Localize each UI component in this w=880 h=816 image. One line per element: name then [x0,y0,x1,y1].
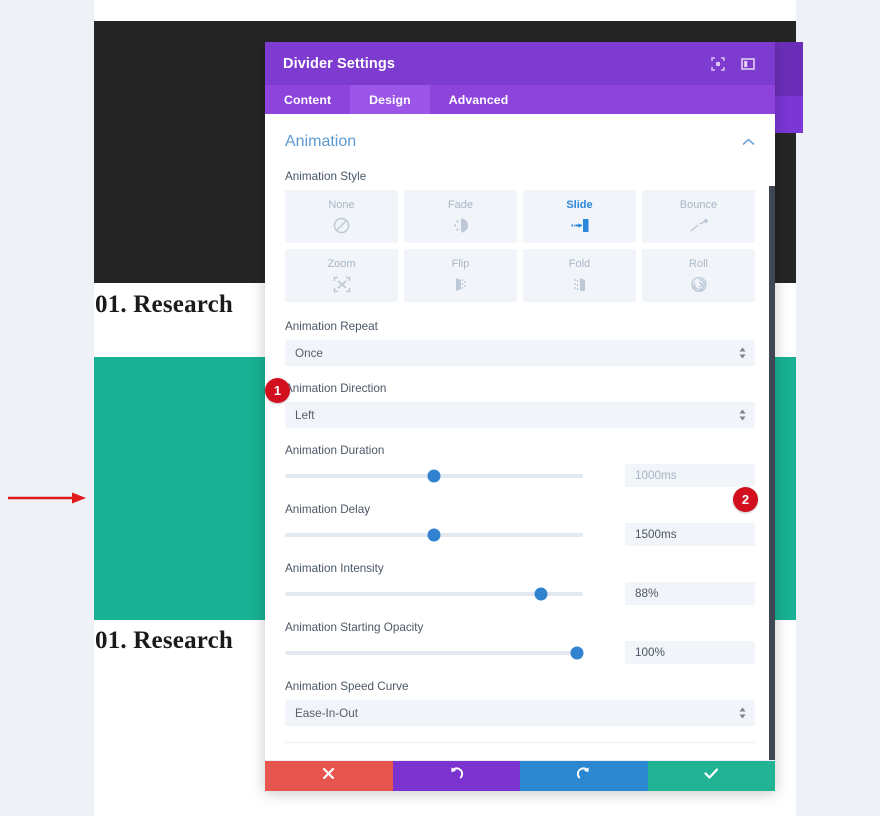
expand-icon[interactable] [705,51,731,77]
animation-direction-label: Animation Direction [285,382,387,395]
animation-intensity-label: Animation Intensity [285,562,384,575]
animation-speed-curve-select[interactable]: Ease-In-Out [285,700,755,726]
slider-thumb[interactable] [534,587,548,600]
animation-option-label: None [328,199,355,211]
heading-research-lower: 01. Research [95,627,234,654]
animation-speed-curve-label: Animation Speed Curve [285,680,409,693]
slider-thumb[interactable] [427,469,441,482]
animation-option-label: Slide [566,199,593,211]
modal-action-bar [265,761,775,791]
heading-research-upper: 01. Research [95,291,234,318]
animation-intensity-value-input[interactable]: 88% [625,582,755,605]
animation-option-fade[interactable]: Fade [404,190,517,243]
fold-icon [571,275,589,293]
marker-badge-2: 2 [733,487,758,512]
animation-option-label: Bounce [679,199,718,211]
slider-track [285,650,583,655]
animation-delay-row: 1500ms [285,523,755,546]
animation-duration-row: 1000ms [285,464,755,487]
check-icon [704,767,719,785]
animation-intensity-row: 88% [285,582,755,605]
animation-delay-slider[interactable] [285,524,583,546]
animation-section-header[interactable]: Animation [285,114,755,170]
animation-delay-label: Animation Delay [285,503,371,516]
help-row[interactable]: ? Help [285,742,755,760]
modal-tab-bar: Content Design Advanced [265,85,775,114]
slider-thumb[interactable] [570,646,584,659]
animation-duration-field: Animation Duration 1000ms [285,444,755,487]
animation-option-fold[interactable]: Fold [523,249,636,302]
marker-badge-1: 1 [265,378,290,403]
none-circle-slash-icon [333,216,350,234]
modal-scrollbar[interactable] [769,186,775,760]
undo-button[interactable] [392,761,520,791]
animation-option-slide[interactable]: Slide [523,190,636,243]
select-stepper-icon [739,347,746,359]
animation-style-grid: None Fade Slide Bounce Zoom Flip Fold Ro… [285,190,755,302]
animation-repeat-select[interactable]: Once [285,340,755,366]
modal-scroll-area: Animation Animation Style None Fade Slid… [265,114,775,761]
save-button[interactable] [647,761,775,791]
animation-option-zoom[interactable]: Zoom [285,249,398,302]
zoom-expand-icon [333,275,351,293]
bounce-icon [689,216,709,234]
redo-button[interactable] [520,761,648,791]
modal-header: Divider Settings [265,42,775,85]
animation-style-label: Animation Style [285,170,367,183]
slider-thumb[interactable] [427,528,441,541]
animation-option-bounce[interactable]: Bounce [642,190,755,243]
layout-dock-icon[interactable] [735,51,761,77]
tab-design[interactable]: Design [350,85,430,114]
undo-arrow-icon [449,766,464,786]
animation-starting-opacity-slider[interactable] [285,642,584,664]
animation-intensity-slider[interactable] [285,583,583,605]
modal-title: Divider Settings [283,55,395,72]
fade-icon [452,216,470,234]
animation-duration-slider[interactable] [285,465,583,487]
animation-delay-value-input[interactable]: 1500ms [625,523,755,546]
redo-arrow-icon [576,766,591,786]
roll-spiral-icon [690,275,708,293]
animation-direction-select[interactable]: Left [285,402,755,428]
close-x-icon [322,767,335,785]
animation-starting-opacity-label: Animation Starting Opacity [285,621,424,634]
chevron-up-icon[interactable] [742,135,755,149]
animation-option-label: Zoom [327,258,356,270]
animation-option-none[interactable]: None [285,190,398,243]
animation-section-title: Animation [285,133,357,150]
animation-speed-curve-field: Animation Speed Curve Ease-In-Out [285,680,755,726]
select-stepper-icon [739,707,746,719]
animation-repeat-field: Animation Repeat Once [285,320,755,366]
red-pointer-arrow [8,492,86,504]
animation-starting-opacity-field: Animation Starting Opacity 100% [285,621,755,664]
animation-option-label: Fade [447,199,474,211]
animation-option-roll[interactable]: Roll [642,249,755,302]
tab-content[interactable]: Content [265,85,350,114]
animation-duration-value-input[interactable]: 1000ms [625,464,755,487]
animation-style-field: Animation Style None Fade Slide Bounce Z… [285,170,755,302]
slide-icon [570,216,590,234]
animation-speed-curve-value: Ease-In-Out [295,706,359,720]
animation-starting-opacity-value-input[interactable]: 100% [625,641,755,664]
animation-option-label: Fold [568,258,591,270]
animation-intensity-field: Animation Intensity 88% [285,562,755,605]
modal-body: Animation Animation Style None Fade Slid… [265,114,775,760]
animation-direction-value: Left [295,408,315,422]
animation-duration-label: Animation Duration [285,444,385,457]
animation-repeat-value: Once [295,346,323,360]
flip-icon [452,275,470,293]
divider-settings-modal: Divider Settings Content Design Advanced… [265,42,775,791]
animation-option-label: Roll [689,258,708,270]
animation-delay-field: Animation Delay 1500ms [285,503,755,546]
animation-option-flip[interactable]: Flip [404,249,517,302]
animation-repeat-label: Animation Repeat [285,320,378,333]
animation-direction-field: Animation Direction Left [285,382,755,428]
tab-advanced[interactable]: Advanced [430,85,528,114]
animation-option-label: Flip [451,258,470,270]
select-stepper-icon [739,409,746,421]
cancel-button[interactable] [265,761,393,791]
animation-starting-opacity-row: 100% [285,641,755,664]
